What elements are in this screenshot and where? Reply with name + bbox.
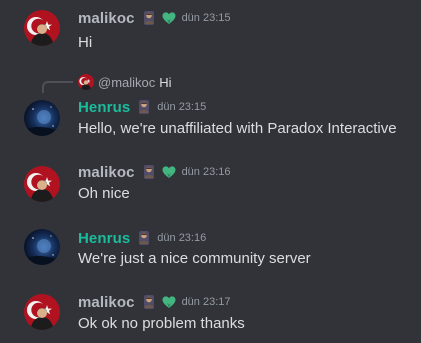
turkish-flag-avatar-icon [24, 294, 60, 330]
username[interactable]: malikoc [78, 164, 135, 181]
timestamp: dün 23:16 [157, 232, 207, 244]
blue-night-avatar-icon [24, 100, 60, 136]
reply-author[interactable]: @malikoc [98, 75, 155, 90]
avatar[interactable] [24, 10, 60, 46]
blue-night-avatar-icon [24, 229, 60, 265]
username[interactable]: Henrus [78, 99, 130, 116]
timestamp: dün 23:15 [181, 12, 231, 24]
message-content: Oh nice [78, 185, 130, 202]
username[interactable]: malikoc [78, 10, 135, 27]
turkish-flag-avatar-icon [24, 166, 60, 202]
person-role-icon [136, 99, 152, 115]
message-content: We're just a nice community server [78, 250, 311, 267]
message[interactable]: Henrus dün 23:15 Hello, we're unaffiliat… [0, 90, 421, 150]
reply-content[interactable]: Hi [159, 75, 171, 90]
message[interactable]: malikoc dün 23:15 Hi [0, 0, 421, 60]
avatar[interactable] [24, 229, 60, 265]
message-content: Ok ok no problem thanks [78, 315, 245, 332]
chat-messages: malikoc dün 23:15 Hi @malikoc Hi Henrus … [0, 0, 421, 343]
green-heart-icon [161, 294, 177, 310]
person-role-icon [136, 230, 152, 246]
timestamp: dün 23:16 [181, 166, 231, 178]
turkish-flag-avatar-icon [24, 10, 60, 46]
person-role-icon [141, 164, 157, 180]
username[interactable]: malikoc [78, 294, 135, 311]
message-content: Hi [78, 34, 93, 51]
avatar[interactable] [24, 294, 60, 330]
green-heart-icon [161, 164, 177, 180]
timestamp: dün 23:17 [181, 296, 231, 308]
person-role-icon [141, 294, 157, 310]
turkish-flag-avatar-icon [78, 74, 94, 90]
avatar[interactable] [24, 100, 60, 136]
green-heart-icon [161, 10, 177, 26]
timestamp: dün 23:15 [157, 101, 207, 113]
person-role-icon [141, 10, 157, 26]
message-content: Hello, we're unaffiliated with Paradox I… [78, 120, 397, 137]
avatar[interactable] [24, 166, 60, 202]
message[interactable]: malikoc dün 23:16 Oh nice [0, 156, 421, 216]
username[interactable]: Henrus [78, 230, 130, 247]
message[interactable]: malikoc dün 23:17 Ok ok no problem thank… [0, 285, 421, 343]
message[interactable]: Henrus dün 23:16 We're just a nice commu… [0, 222, 421, 282]
reply-preview[interactable]: @malikoc Hi [78, 74, 172, 90]
